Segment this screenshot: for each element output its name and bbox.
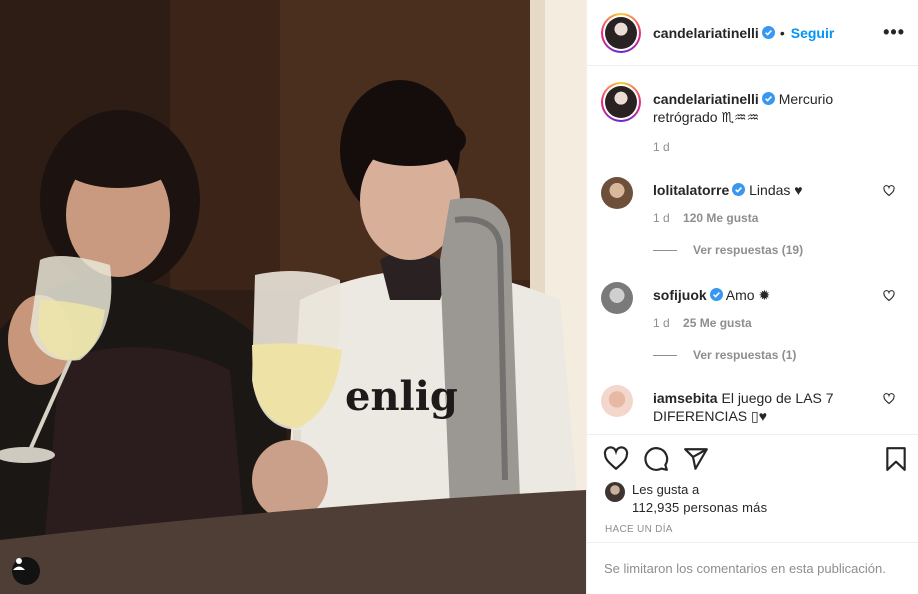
liker-avatar[interactable] [605,482,625,502]
likes-line-1: Les gusta a [632,482,700,497]
comment-avatar[interactable] [601,385,633,417]
comments-list[interactable]: candelariatinelli Mercurio retrógrado ♏♒… [587,67,918,435]
post-side-panel: candelariatinelli • Seguir ••• candelari… [586,0,918,594]
post-photo[interactable]: enlig [0,0,586,594]
view-replies-button[interactable]: Ver respuestas (1) [653,348,796,362]
comment-text: Lindas ♥ [749,182,803,198]
verified-badge-icon [709,288,723,301]
comment-icon[interactable] [643,446,669,472]
shirt-graphic-text: enlig [345,373,458,420]
view-replies-button[interactable]: Ver respuestas (19) [653,243,803,257]
caption-time[interactable]: 1 d [653,140,670,154]
comment-username[interactable]: sofijuok [653,287,707,303]
verified-badge-icon [732,183,746,196]
verified-badge-icon [761,26,775,39]
caption: candelariatinelli Mercurio retrógrado ♏♒… [601,82,905,166]
comment-time[interactable]: 1 d [653,211,670,225]
likes-count[interactable]: 112,935 personas más [632,500,767,515]
post-photo-illustration: enlig [0,0,586,594]
author-username[interactable]: candelariatinelli [653,25,759,41]
post-header: candelariatinelli • Seguir ••• [587,0,918,66]
user-tag-icon [13,558,25,570]
more-options-icon[interactable]: ••• [883,22,905,43]
comment-username[interactable]: lolitalatorre [653,182,729,198]
share-icon[interactable] [683,446,709,472]
comment-avatar[interactable] [601,282,633,314]
comment-time[interactable]: 1 d [653,316,670,330]
comment-likes[interactable]: 120 Me gusta [683,211,758,225]
comment-username[interactable]: iamsebita [653,390,718,406]
comment-avatar[interactable] [601,177,633,209]
heart-icon[interactable] [883,290,895,302]
heart-icon[interactable] [603,446,629,472]
comments-limited-notice: Se limitaron los comentarios en esta pub… [587,542,918,594]
view-replies-label: Ver respuestas (19) [693,243,804,257]
comment-item: lolitalatorre Lindas ♥ 1 d 120 Me gusta … [601,177,905,267]
user-tag-button[interactable] [12,557,40,585]
author-avatar[interactable] [601,12,641,53]
comment-likes[interactable]: 25 Me gusta [683,316,752,330]
separator-dot: • [779,24,785,41]
comment-item: sofijuok Amo ✹ 1 d 25 Me gusta Ver respu… [601,282,905,372]
post-actions [587,436,918,484]
comment-item: iamsebita El juego de LAS 7 DIFERENCIAS … [601,385,905,434]
bookmark-icon[interactable] [883,446,909,472]
heart-icon[interactable] [883,393,895,405]
caption-username[interactable]: candelariatinelli [653,91,759,107]
post-timestamp[interactable]: HACE UN DÍA [605,524,673,535]
verified-badge-icon [761,92,775,105]
heart-icon[interactable] [883,185,895,197]
follow-button[interactable]: Seguir [791,25,835,41]
caption-avatar[interactable] [601,82,641,122]
comment-text: Amo ✹ [725,287,771,303]
view-replies-label: Ver respuestas (1) [693,348,797,362]
